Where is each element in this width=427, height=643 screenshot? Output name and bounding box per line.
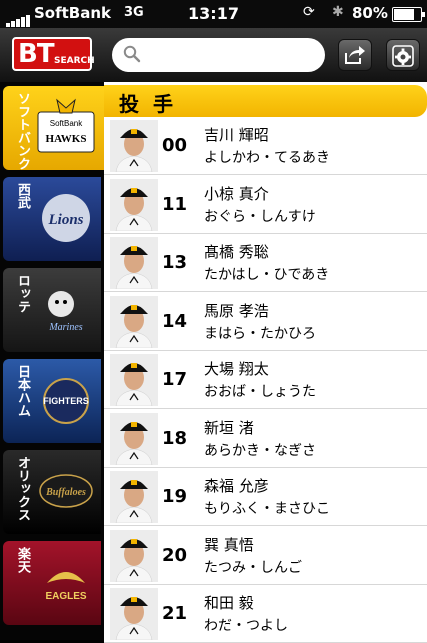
section-title: 投手 <box>119 92 187 116</box>
player-name-kana: おおば・しょうた <box>204 384 316 400</box>
player-name: 吉川 輝昭 <box>204 126 269 144</box>
team-name: 西武 <box>15 183 30 209</box>
player-row[interactable]: 21 和田 毅わだ・つよし <box>104 585 427 643</box>
logo-text: BT <box>18 39 55 69</box>
team-tab-seibu[interactable]: 西武 Lions <box>3 177 101 261</box>
player-row[interactable]: 11 小椋 真介おぐら・しんすけ <box>104 175 427 234</box>
gear-icon <box>392 45 414 67</box>
team-name: 日本ハム <box>15 365 30 417</box>
player-name-kana: もりふく・まさひこ <box>204 501 330 517</box>
player-number: 19 <box>162 486 188 507</box>
player-photo <box>110 588 158 640</box>
lions-logo: Lions <box>42 194 90 242</box>
rotation-lock-icon: ⟳ <box>303 4 315 20</box>
player-photo <box>110 529 158 582</box>
player-name-kana: わだ・つよし <box>204 618 288 634</box>
player-name-kana: おぐら・しんすけ <box>204 208 316 225</box>
section-header: 投手 <box>104 85 427 117</box>
bluetooth-icon: ✱ <box>332 4 344 20</box>
search-box[interactable] <box>112 38 325 72</box>
team-tab-nipponham[interactable]: 日本ハム FIGHTERS <box>3 359 101 443</box>
team-tab-softbank[interactable]: ソフトバンク SoftBank HAWKS <box>3 86 107 170</box>
player-photo <box>110 471 158 523</box>
logo-top-text: SoftBank <box>50 119 83 128</box>
player-number: 20 <box>162 544 188 566</box>
player-list-panel: 投手 00 吉川 輝昭よしかわ・てるあき 11 小椋 真介おぐら・しんすけ 13 髙橋 秀… <box>104 82 427 643</box>
app-logo[interactable]: BT SEARCH <box>12 37 95 71</box>
player-name: 髙橋 秀聡 <box>204 243 269 261</box>
player-row[interactable]: 17 大場 翔太おおば・しょうた <box>104 351 427 409</box>
team-tab-orix[interactable]: オリックス Buffaloes <box>3 450 101 534</box>
player-photo <box>110 354 158 406</box>
player-name-kana: あらかき・なぎさ <box>204 442 316 459</box>
team-tab-lotte[interactable]: ロッテ Marines <box>3 268 101 352</box>
team-name: ロッテ <box>15 274 30 313</box>
status-bar: SoftBank 3G 13:17 ⟳ ✱ 80% <box>0 0 427 28</box>
player-number: 18 <box>162 427 188 449</box>
share-button[interactable] <box>338 39 372 71</box>
hawks-logo: SoftBank HAWKS <box>37 98 95 153</box>
team-tab-rakuten[interactable]: 楽天 EAGLES <box>3 541 101 625</box>
player-row[interactable]: 20 巽 真悟たつみ・しんご <box>104 526 427 585</box>
player-name: 森福 允彦 <box>204 477 269 495</box>
share-icon <box>345 46 365 64</box>
top-toolbar: BT SEARCH <box>0 28 427 82</box>
player-name: 小椋 真介 <box>204 184 269 203</box>
player-photo <box>110 412 158 465</box>
settings-button[interactable] <box>386 39 420 71</box>
player-name-kana: たつみ・しんご <box>204 559 302 576</box>
player-row[interactable]: 00 吉川 輝昭よしかわ・てるあき <box>104 117 427 175</box>
player-photo <box>110 178 158 231</box>
player-row[interactable]: 13 髙橋 秀聡たかはし・ひであき <box>104 234 427 292</box>
logo-text: HAWKS <box>46 133 87 145</box>
search-input[interactable] <box>146 44 320 68</box>
player-number: 14 <box>162 310 188 332</box>
player-row[interactable]: 18 新垣 渚あらかき・なぎさ <box>104 409 427 468</box>
battery-percent: 80% <box>352 4 388 22</box>
team-name: ソフトバンク <box>15 92 30 170</box>
player-row[interactable]: 19 森福 允彦もりふく・まさひこ <box>104 468 427 526</box>
player-photo <box>110 295 158 348</box>
logo-subtext: SEARCH <box>54 56 95 66</box>
team-name: 楽天 <box>15 547 30 573</box>
fighters-logo: FIGHTERS <box>43 378 89 424</box>
player-photo <box>110 120 158 172</box>
marines-logo: Marines <box>48 291 83 333</box>
player-name: 和田 毅 <box>204 594 254 612</box>
player-photo <box>110 237 158 289</box>
player-number: 13 <box>162 252 188 273</box>
logo-text: Lions <box>47 212 83 228</box>
player-name: 巽 真悟 <box>204 535 254 554</box>
player-number: 17 <box>162 369 188 390</box>
player-name: 馬原 孝浩 <box>204 301 269 320</box>
player-name-kana: たかはし・ひであき <box>204 267 330 283</box>
logo-text: FIGHTERS <box>43 396 89 406</box>
logo-text: Buffaloes <box>45 487 86 498</box>
player-number: 00 <box>162 135 188 156</box>
player-number: 21 <box>162 603 188 624</box>
search-icon <box>123 45 141 63</box>
player-name-kana: よしかわ・てるあき <box>204 150 330 166</box>
player-name: 新垣 渚 <box>204 418 254 437</box>
player-number: 11 <box>162 193 188 215</box>
team-sidebar: ソフトバンク SoftBank HAWKS 西武 Lions ロッテ Marin… <box>0 82 107 640</box>
player-name-kana: まはら・たかひろ <box>204 325 316 342</box>
player-row[interactable]: 14 馬原 孝浩まはら・たかひろ <box>104 292 427 351</box>
eagles-logo: EAGLES <box>45 572 87 602</box>
logo-text: Marines <box>48 322 82 333</box>
buffaloes-logo: Buffaloes <box>39 474 93 508</box>
team-name: オリックス <box>15 456 30 521</box>
battery-icon <box>392 7 425 22</box>
logo-text: EAGLES <box>45 591 86 602</box>
player-name: 大場 翔太 <box>204 360 269 378</box>
